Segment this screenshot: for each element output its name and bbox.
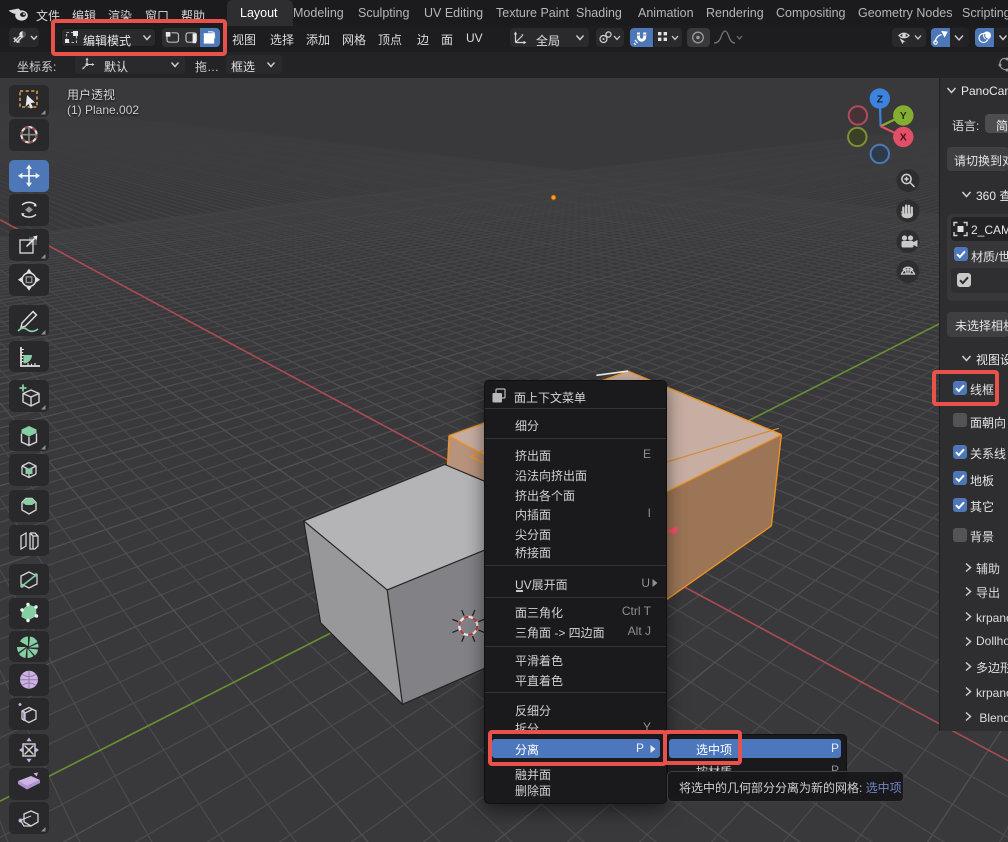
svg-text:Z: Z [877,93,884,105]
svg-text:Y: Y [900,110,907,122]
svg-text:X: X [900,132,907,144]
